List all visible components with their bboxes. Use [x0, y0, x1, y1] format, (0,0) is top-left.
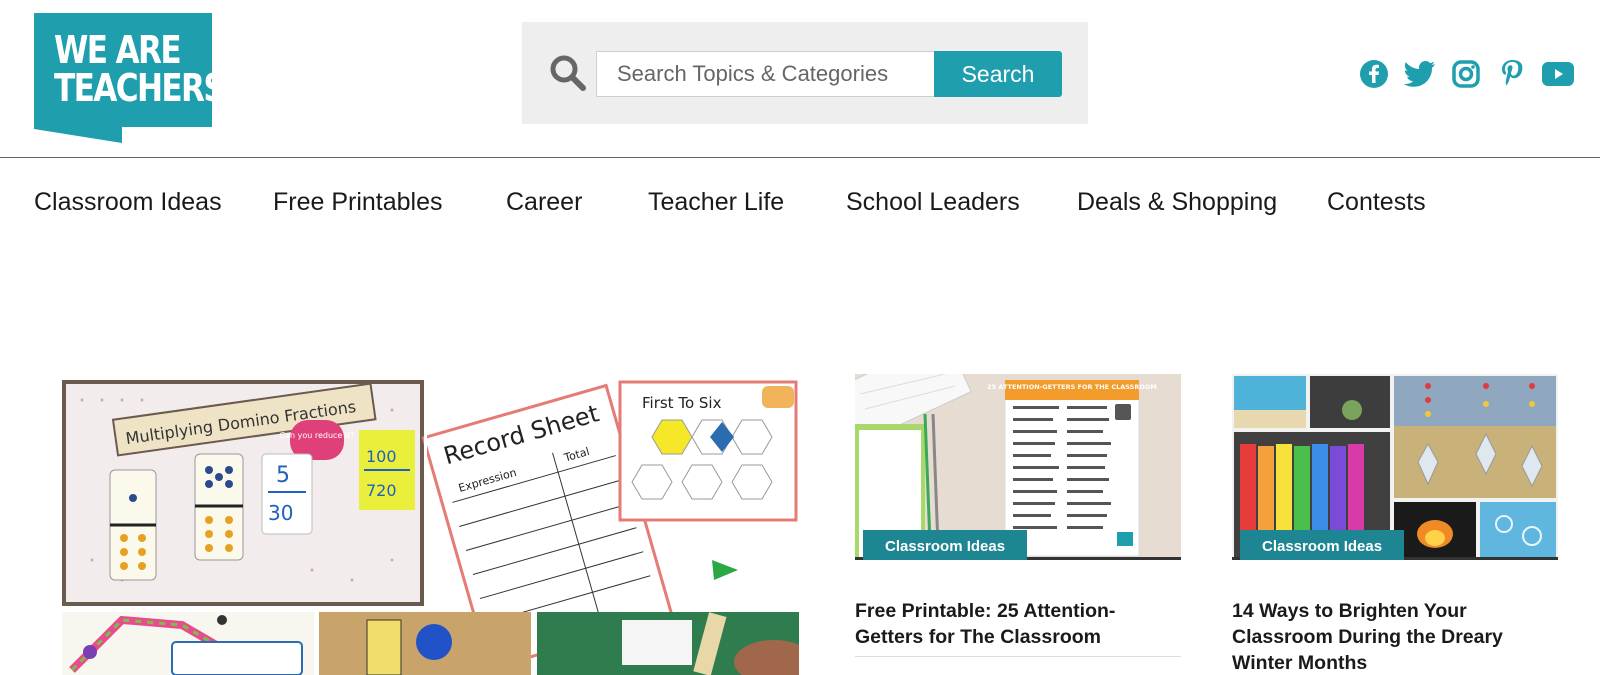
article-card[interactable]: Classroom Ideas 14 Ways to Brighten Your… — [1232, 374, 1558, 675]
nav-item-teacher-life[interactable]: Teacher Life — [648, 188, 784, 217]
card-divider — [855, 656, 1181, 657]
featured-article-image[interactable]: Multiplying Domino Fractions Can you red… — [62, 380, 799, 675]
nav-item-career[interactable]: Career — [506, 188, 582, 217]
nav-item-free-printables[interactable]: Free Printables — [273, 188, 443, 217]
svg-text:100: 100 — [366, 447, 397, 466]
nav-item-classroom-ideas[interactable]: Classroom Ideas — [34, 188, 222, 217]
reduce-bubble: Can you reduce it? — [280, 431, 355, 440]
twitter-icon[interactable] — [1404, 58, 1436, 90]
article-thumbnail[interactable]: Classroom Ideas — [1232, 374, 1558, 560]
social-links — [1358, 56, 1574, 92]
main-nav: Classroom Ideas Free Printables Career T… — [0, 180, 1600, 234]
search-panel: Search — [522, 22, 1088, 124]
svg-text:720: 720 — [366, 481, 397, 500]
nav-item-contests[interactable]: Contests — [1327, 188, 1426, 217]
article-title[interactable]: 14 Ways to Brighten Your Classroom Durin… — [1232, 598, 1558, 675]
svg-text:5: 5 — [276, 463, 290, 488]
site-logo[interactable]: WE ARE TEACHERS — [34, 13, 226, 143]
article-thumbnail[interactable]: 25 ATTENTION-GETTERS FOR THE CLASSROOM C… — [855, 374, 1181, 560]
category-badge[interactable]: Classroom Ideas — [1240, 530, 1405, 560]
nav-item-school-leaders[interactable]: School Leaders — [846, 188, 1020, 217]
svg-text:30: 30 — [268, 501, 293, 525]
facebook-icon[interactable] — [1358, 58, 1390, 90]
poster-title: 25 ATTENTION-GETTERS FOR THE CLASSROOM — [987, 383, 1157, 391]
search-icon — [548, 53, 588, 93]
site-header: WE ARE TEACHERS Search — [0, 0, 1600, 158]
logo-line-1: WE ARE — [54, 28, 182, 72]
game-title: First To Six — [642, 394, 722, 412]
pinterest-icon[interactable] — [1496, 58, 1528, 90]
search-button[interactable]: Search — [934, 51, 1062, 97]
nav-item-deals-shopping[interactable]: Deals & Shopping — [1077, 188, 1277, 217]
category-badge[interactable]: Classroom Ideas — [863, 530, 1028, 560]
search-input[interactable] — [596, 51, 936, 97]
article-title[interactable]: Free Printable: 25 Attention-Getters for… — [855, 598, 1181, 650]
logo-text: WE ARE TEACHERS — [54, 28, 226, 110]
article-card[interactable]: 25 ATTENTION-GETTERS FOR THE CLASSROOM C… — [855, 374, 1181, 657]
logo-line-2: TEACHERS — [54, 66, 226, 110]
instagram-icon[interactable] — [1450, 58, 1482, 90]
youtube-icon[interactable] — [1542, 58, 1574, 90]
